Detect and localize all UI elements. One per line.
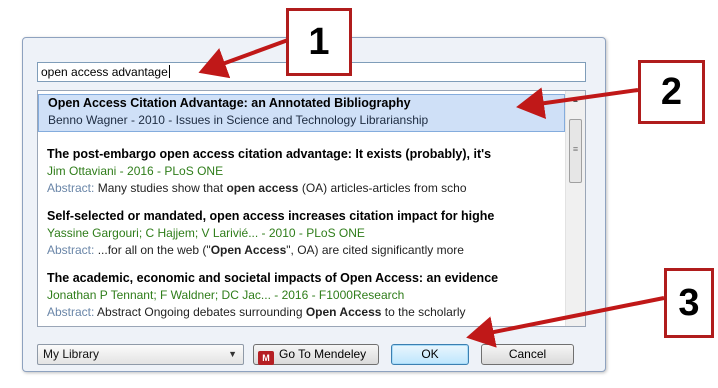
annotation-arrows	[198, 38, 665, 348]
callout-3: 3	[664, 268, 714, 338]
arrow-1	[198, 38, 289, 79]
callout-2: 2	[638, 60, 705, 124]
arrow-2	[516, 87, 639, 120]
arrow-3	[466, 296, 665, 348]
callout-1: 1	[286, 8, 352, 76]
